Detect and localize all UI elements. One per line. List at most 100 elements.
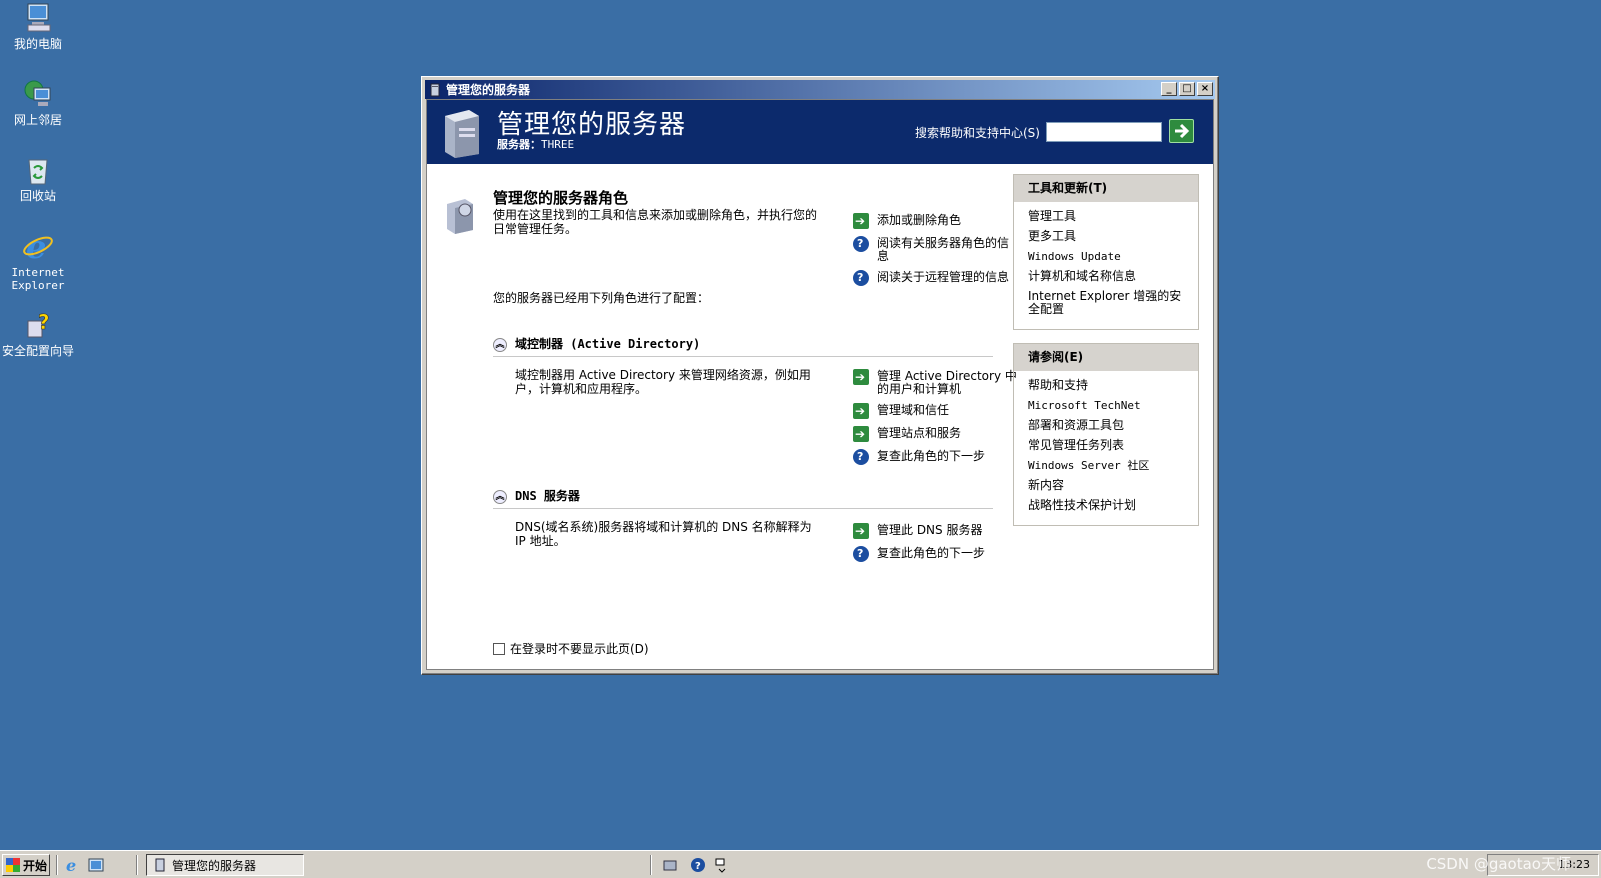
show-desktop-icon[interactable]	[88, 857, 104, 873]
arrow-right-icon	[1175, 123, 1190, 139]
link-review-next-steps[interactable]: 复查此角色的下一步	[853, 546, 1018, 562]
dont-show-checkbox[interactable]	[493, 642, 505, 655]
see-also-panel: 请参阅(E) 帮助和支持 Microsoft TechNet 部署和资源工具包 …	[1013, 343, 1199, 526]
minimize-button[interactable]: _	[1161, 82, 1177, 96]
collapse-icon[interactable]: ︽	[493, 490, 507, 504]
network-icon	[22, 78, 54, 110]
link-add-remove-roles[interactable]: 添加或删除角色	[853, 213, 1018, 229]
link-computer-domain-info[interactable]: 计算机和域名称信息	[1028, 270, 1188, 283]
help-icon[interactable]: ?	[690, 857, 706, 873]
server-icon	[155, 858, 165, 872]
taskbar-item-manage-server[interactable]: 管理您的服务器	[146, 854, 304, 876]
collapse-icon[interactable]: ︽	[493, 338, 507, 352]
link-review-next-steps[interactable]: 复查此角色的下一步	[853, 449, 1018, 465]
windows-flag-icon	[6, 858, 20, 872]
desktop-icon-label: 回收站	[19, 189, 56, 203]
arrow-right-icon	[853, 426, 869, 442]
close-button[interactable]: ×	[1197, 82, 1213, 96]
desktop-icon-network[interactable]: 网上邻居	[0, 78, 76, 127]
maximize-button[interactable]: □	[1179, 82, 1195, 96]
search-input[interactable]	[1046, 122, 1162, 142]
desktop-icon-label: Internet Explorer	[11, 266, 65, 292]
security-wizard-icon: ?	[22, 309, 54, 341]
link-whats-new[interactable]: 新内容	[1028, 479, 1188, 492]
arrow-right-icon	[853, 213, 869, 229]
tools-updates-title: 工具和更新(T)	[1014, 175, 1198, 202]
server-icon	[430, 83, 440, 96]
roles-title: 管理您的服务器角色	[493, 189, 629, 207]
recycle-bin-icon	[22, 154, 54, 186]
arrow-right-icon	[853, 403, 869, 419]
desktop-icon-label: 我的电脑	[13, 37, 62, 51]
link-common-tasks[interactable]: 常见管理任务列表	[1028, 439, 1188, 452]
internet-explorer-icon[interactable]: e	[65, 857, 81, 873]
arrow-right-icon	[853, 523, 869, 539]
start-button[interactable]: 开始	[2, 854, 50, 876]
arrow-right-icon	[853, 369, 869, 385]
content-area: 管理您的服务器角色 使用在这里找到的工具和信息来添加或删除角色，并执行您的日常管…	[427, 164, 1213, 669]
link-read-remote-admin[interactable]: 阅读关于远程管理的信息	[853, 270, 1018, 286]
dont-show-label: 在登录时不要显示此页(D)	[510, 642, 649, 656]
link-manage-sites-services[interactable]: 管理站点和服务	[853, 426, 1018, 442]
side-panels: 工具和更新(T) 管理工具 更多工具 Windows Update 计算机和域名…	[1013, 174, 1199, 539]
search-label: 搜索帮助和支持中心(S)	[915, 126, 1040, 140]
svg-text:e: e	[66, 857, 76, 873]
desktop-icon-label: 网上邻居	[13, 113, 62, 127]
link-manage-dns[interactable]: 管理此 DNS 服务器	[853, 523, 1018, 539]
section-divider	[493, 508, 993, 509]
role-description: DNS(域名系统)服务器将域和计算机的 DNS 名称解释为 IP 地址。	[515, 520, 812, 548]
dont-show-checkbox-row[interactable]: 在登录时不要显示此页(D)	[493, 640, 649, 657]
configured-roles-text: 您的服务器已经用下列角色进行了配置：	[493, 291, 710, 305]
link-windows-update[interactable]: Windows Update	[1028, 250, 1188, 263]
role-description: 域控制器用 Active Directory 来管理网络资源，例如用户，计算机和…	[515, 368, 811, 396]
domain-controller-links: 管理 Active Directory 中的用户和计算机 管理域和信任 管理站点…	[853, 369, 1018, 473]
link-help-support[interactable]: 帮助和支持	[1028, 379, 1188, 392]
dns-server-links: 管理此 DNS 服务器 复查此角色的下一步	[853, 523, 1018, 570]
search-go-button[interactable]	[1169, 119, 1194, 143]
watermark: CSDN @gaotao天师	[1426, 855, 1571, 873]
link-more-tools[interactable]: 更多工具	[1028, 230, 1188, 243]
top-links: 添加或删除角色 阅读有关服务器角色的信息 阅读关于远程管理的信息	[853, 213, 1018, 294]
desktop-icon-label: 安全配置向导	[1, 344, 74, 358]
server-name: THREE	[541, 138, 575, 151]
header-banner: 管理您的服务器 服务器：THREE 搜索帮助和支持中心(S)	[427, 100, 1213, 164]
link-strategic-protection[interactable]: 战略性技术保护计划	[1028, 499, 1188, 512]
window-client-area: 管理您的服务器 服务器：THREE 搜索帮助和支持中心(S) 管理您的服务器角色…	[426, 99, 1214, 670]
manage-server-window: 管理您的服务器 _ □ × 管理您的服务器 服务器：THREE 搜索帮助和支持中…	[421, 76, 1219, 675]
desktop-icon-security-wizard[interactable]: ? 安全配置向导	[0, 309, 76, 358]
roles-description: 使用在这里找到的工具和信息来添加或删除角色，并执行您的日常管理任务。	[493, 208, 818, 236]
taskbar-separator	[56, 855, 58, 875]
link-windows-server-community[interactable]: Windows Server 社区	[1028, 459, 1188, 472]
role-header-domain-controller[interactable]: ︽ 域控制器 (Active Directory)	[493, 334, 700, 352]
server-role-icon	[447, 199, 473, 234]
help-icon	[853, 449, 869, 465]
help-icon	[853, 546, 869, 562]
tools-updates-panel: 工具和更新(T) 管理工具 更多工具 Windows Update 计算机和域名…	[1013, 174, 1199, 330]
link-manage-ad-users[interactable]: 管理 Active Directory 中的用户和计算机	[853, 369, 1018, 396]
link-admin-tools[interactable]: 管理工具	[1028, 210, 1188, 223]
taskbar: 开始 e 管理您的服务器 ? 13:23	[0, 850, 1601, 878]
desktop-icon-recycle-bin[interactable]: 回收站	[0, 154, 76, 203]
computer-icon	[22, 2, 54, 34]
server-tray-icon[interactable]	[662, 857, 678, 873]
taskbar-separator	[136, 855, 138, 875]
desktop-icon-my-computer[interactable]: 我的电脑	[0, 2, 76, 51]
svg-text:?: ?	[695, 861, 701, 872]
link-resource-kit[interactable]: 部署和资源工具包	[1028, 419, 1188, 432]
link-read-server-roles[interactable]: 阅读有关服务器角色的信息	[853, 236, 1018, 263]
link-manage-domains-trusts[interactable]: 管理域和信任	[853, 403, 1018, 419]
window-titlebar[interactable]: 管理您的服务器 _ □ ×	[425, 80, 1215, 99]
see-also-title: 请参阅(E)	[1014, 344, 1198, 371]
taskbar-separator	[650, 855, 652, 875]
svg-text:e: e	[26, 230, 46, 262]
link-ie-enhanced-security[interactable]: Internet Explorer 增强的安全配置	[1028, 290, 1188, 316]
link-technet[interactable]: Microsoft TechNet	[1028, 399, 1188, 412]
server-name-label: 服务器：THREE	[497, 138, 575, 151]
svg-text:?: ?	[38, 310, 50, 334]
internet-explorer-icon: e	[22, 228, 54, 266]
help-icon	[853, 236, 869, 252]
desktop-icon-internet-explorer[interactable]: e Internet Explorer	[0, 228, 76, 292]
role-header-dns-server[interactable]: ︽ DNS 服务器	[493, 486, 580, 504]
window-title: 管理您的服务器	[446, 83, 531, 97]
window-list-icon[interactable]	[714, 857, 730, 873]
